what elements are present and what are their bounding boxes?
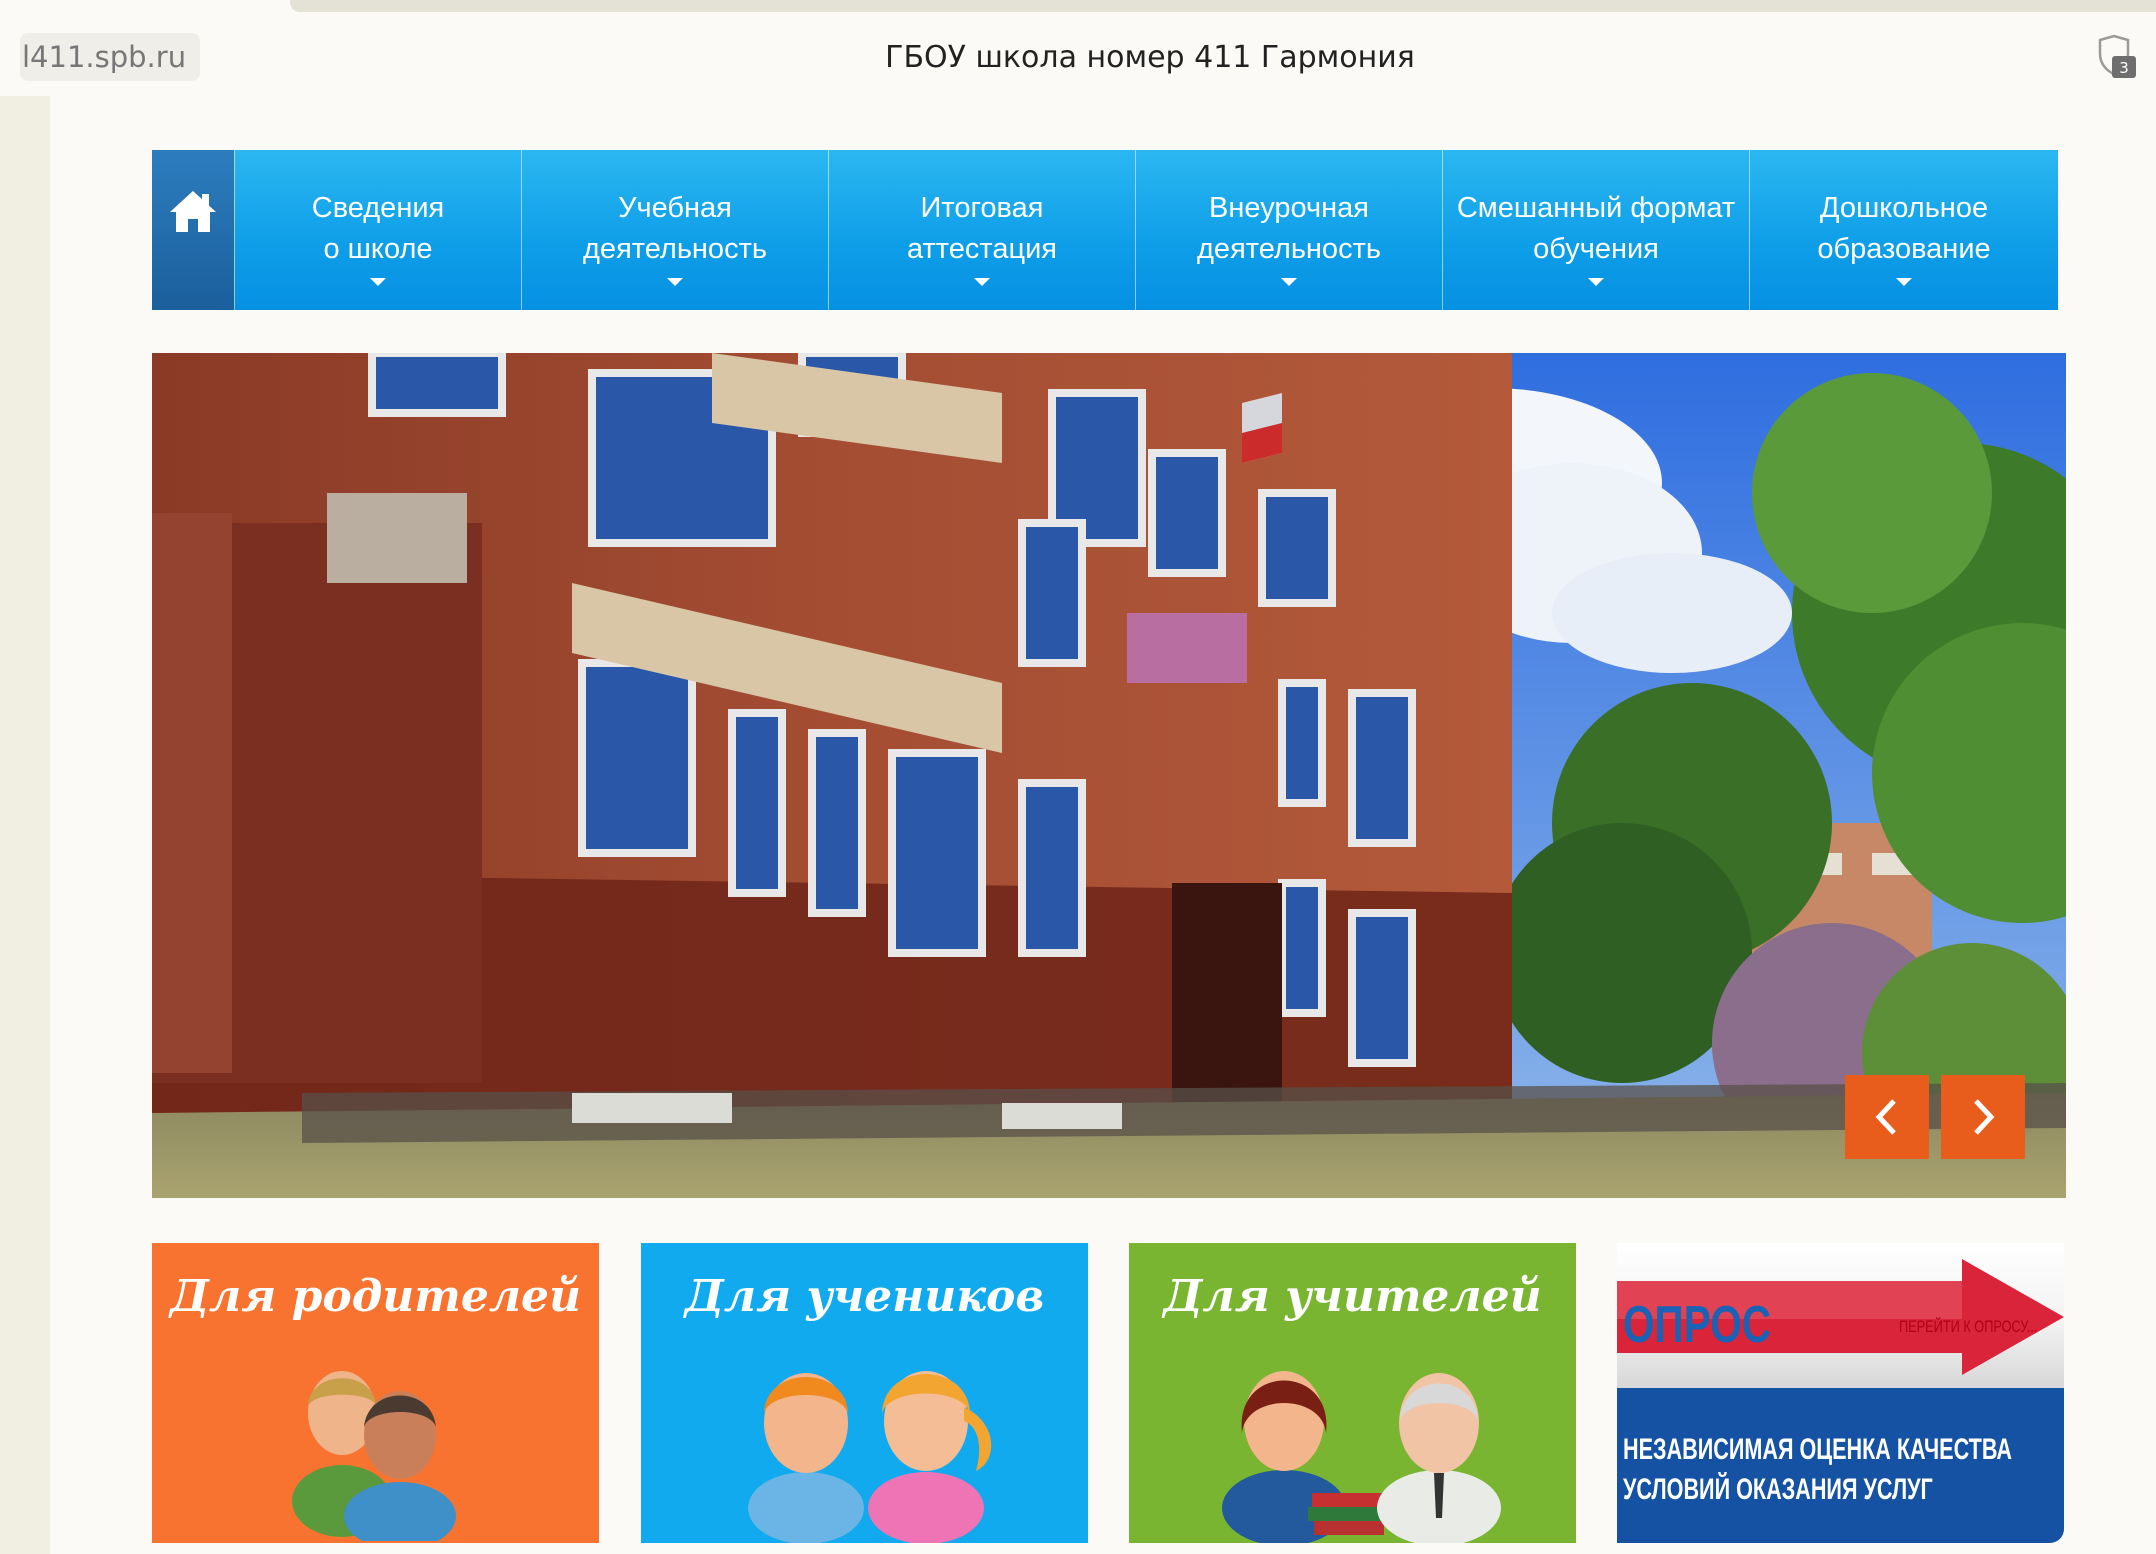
- chevron-left-icon: [1875, 1099, 1896, 1135]
- nav-item-label: Итоговая: [920, 192, 1044, 224]
- caret-down-icon: [974, 278, 990, 286]
- chevron-right-icon: [1974, 1099, 1995, 1135]
- nav-item-label: о школе: [323, 233, 433, 265]
- nav-item-label: деятельность: [583, 233, 767, 265]
- nav-item-about-school[interactable]: Сведения о школе: [234, 150, 521, 310]
- tile-parents[interactable]: Для родителей: [152, 1243, 599, 1543]
- nav-item-label: Смешанный формат: [1456, 192, 1736, 224]
- nav-item-label: образование: [1817, 233, 1991, 265]
- caret-down-icon: [1588, 278, 1604, 286]
- tile-teachers-title: Для учителей: [1163, 1271, 1542, 1322]
- top-rule: [290, 0, 2156, 12]
- caret-down-icon: [1896, 278, 1912, 286]
- tile-students[interactable]: Для учеников: [641, 1243, 1088, 1543]
- survey-text-line2: УСЛОВИЙ ОКАЗАНИЯ УСЛУГ: [1623, 1473, 1933, 1506]
- shield-badge-count: 3: [2119, 59, 2129, 77]
- teachers-icon: [1222, 1371, 1501, 1543]
- shield-icon[interactable]: 3: [2094, 34, 2138, 80]
- nav-item-preschool[interactable]: Дошкольное образование: [1749, 150, 2058, 310]
- nav-item-label: аттестация: [907, 233, 1057, 265]
- survey-label: ОПРОС: [1623, 1296, 1772, 1354]
- nav-item-label: обучения: [1533, 233, 1659, 265]
- nav-item-label: Дошкольное: [1819, 192, 1989, 224]
- caret-down-icon: [1281, 278, 1297, 286]
- students-icon: [748, 1371, 992, 1543]
- caret-down-icon: [370, 278, 386, 286]
- page-title: ГБОУ школа номер 411 Гармония: [885, 40, 1415, 75]
- nav-item-label: Сведения: [311, 192, 445, 224]
- survey-body: НЕЗАВИСИМАЯ ОЦЕНКА КАЧЕСТВА УСЛОВИЙ ОКАЗ…: [1617, 1388, 2064, 1543]
- nav-home[interactable]: [152, 150, 234, 310]
- nav-item-label: деятельность: [1197, 233, 1381, 265]
- url-pill[interactable]: l411.spb.ru: [20, 33, 201, 81]
- nav-item-extracurricular[interactable]: Внеурочная деятельность: [1135, 150, 1442, 310]
- home-icon: [170, 191, 216, 232]
- nav-item-label: Учебная: [618, 192, 732, 224]
- hero-slider: [152, 353, 2066, 1198]
- caret-down-icon: [667, 278, 683, 286]
- nav-item-blended-learning[interactable]: Смешанный формат обучения: [1442, 150, 1749, 310]
- slider-next-button[interactable]: [1941, 1075, 2025, 1159]
- parents-icon: [292, 1371, 456, 1541]
- left-margin: [0, 96, 50, 1554]
- tile-parents-title: Для родителей: [169, 1271, 582, 1322]
- nav-item-education[interactable]: Учебная деятельность: [521, 150, 828, 310]
- slider-prev-button[interactable]: [1845, 1075, 1929, 1159]
- main-nav: Сведения о школе Учебная деятельность Ит…: [152, 150, 2058, 310]
- survey-go-link[interactable]: ПЕРЕЙТИ К ОПРОСУ...: [1899, 1317, 2037, 1337]
- survey-text: НЕЗАВИСИМАЯ ОЦЕНКА КАЧЕСТВА УСЛОВИЙ ОКАЗ…: [1623, 1430, 2012, 1510]
- nav-item-final-attestation[interactable]: Итоговая аттестация: [828, 150, 1135, 310]
- nav-item-label: Внеурочная: [1209, 192, 1369, 224]
- school-building-photo: [152, 353, 2066, 1198]
- tile-teachers[interactable]: Для учителей: [1129, 1243, 1576, 1543]
- tile-survey[interactable]: ОПРОС ПЕРЕЙТИ К ОПРОСУ... НЕЗАВИСИМАЯ ОЦ…: [1617, 1243, 2064, 1543]
- tile-students-title: Для учеников: [684, 1271, 1045, 1322]
- survey-text-line1: НЕЗАВИСИМАЯ ОЦЕНКА КАЧЕСТВА: [1623, 1433, 2012, 1466]
